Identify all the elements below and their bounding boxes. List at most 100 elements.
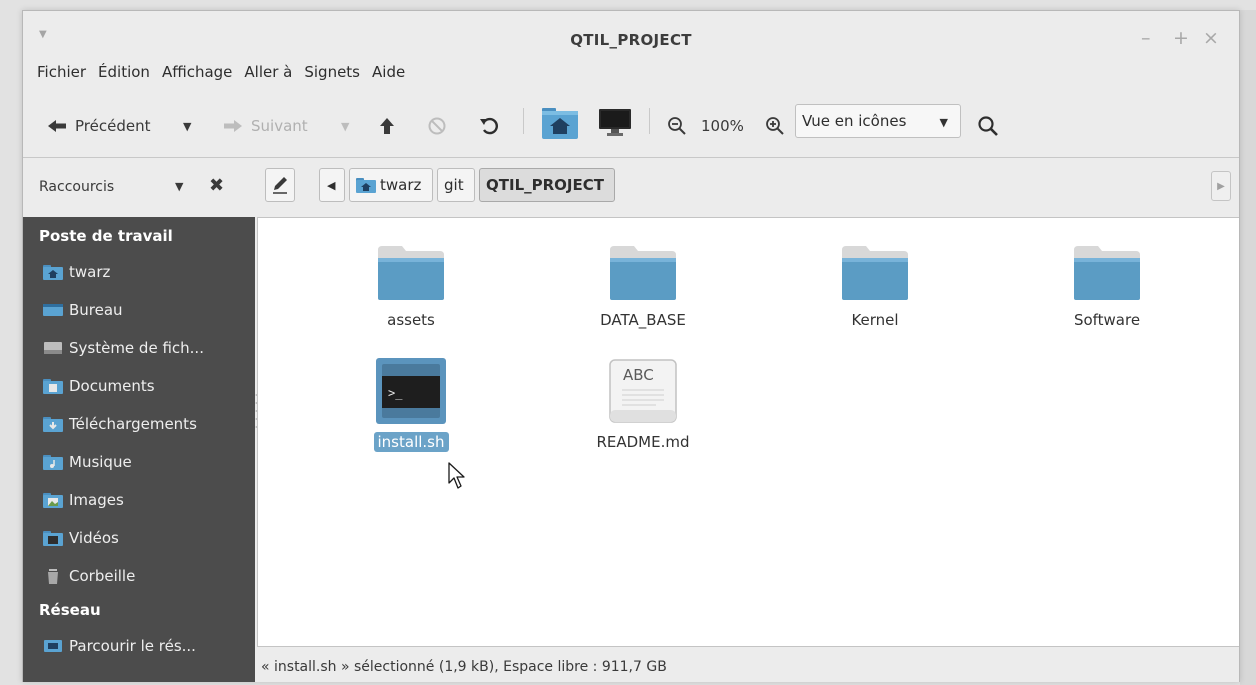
reload-button[interactable] [479,111,501,141]
computer-button[interactable] [597,107,633,137]
sidebar-item-videos[interactable]: Vidéos [43,529,119,547]
view-mode-value: Vue en icônes [802,112,907,130]
zoom-in-button[interactable] [765,111,785,141]
file-view[interactable]: assets DATA_BASE Kernel Software >_ inst… [257,217,1239,647]
back-label: Précédent [75,117,151,135]
chevron-right-icon: ▶ [1217,180,1225,192]
stop-button[interactable] [427,111,447,141]
file-name: Software [1073,311,1141,329]
forward-label: Suivant [251,117,308,135]
music-folder-icon [43,454,63,470]
chevron-down-icon: ▼ [175,179,184,193]
drive-icon [43,340,63,356]
folder-icon [378,246,444,300]
breadcrumb-label: git [444,176,464,194]
file-item-kernel[interactable]: Kernel [810,242,940,330]
close-sidebar-button[interactable]: ✖ [209,170,224,200]
location-toggle-button[interactable] [265,168,295,202]
pencil-icon [273,177,287,194]
chevron-down-icon: ▼ [939,116,948,129]
file-item-install-sh[interactable]: >_ install.sh [346,358,476,452]
menu-fichier[interactable]: Fichier [37,63,86,89]
file-name: Kernel [851,311,899,329]
forward-button[interactable]: Suivant [223,111,308,141]
close-button[interactable]: × [1203,28,1219,48]
file-item-assets[interactable]: assets [346,242,476,330]
sidebar-section-computer: Poste de travail [39,227,173,245]
breadcrumb-left-arrow[interactable]: ◀ [319,168,345,202]
sidebar-item-trash[interactable]: Corbeille [43,567,135,585]
chevron-left-icon: ◀ [327,178,336,192]
status-bar: « install.sh » sélectionné (1,9 kB), Esp… [261,659,667,675]
folder-icon [610,246,676,300]
sidebar-item-label: Système de fich... [69,339,204,357]
stop-icon [428,117,446,135]
sidebar-type-label[interactable]: Raccourcis [39,179,114,195]
menu-affichage[interactable]: Affichage [162,63,232,89]
title-bar[interactable]: ▼ QTIL_PROJECT – + × [23,11,1239,61]
file-name: install.sh [373,432,449,452]
sidebar-item-label: Images [69,491,124,509]
file-manager-window: ▼ QTIL_PROJECT – + × Fichier Édition Aff… [22,10,1240,682]
sidebar-type-dropdown[interactable]: ▼ [175,171,183,201]
breadcrumb-git[interactable]: git [437,168,475,202]
home-button[interactable] [541,107,579,139]
sidebar-item-browse-network[interactable]: Parcourir le rés... [43,637,196,655]
zoom-in-icon [766,117,784,135]
home-folder-icon [356,178,376,193]
sidebar-item-label: Parcourir le rés... [69,637,196,655]
zoom-out-button[interactable] [667,111,687,141]
menu-signets[interactable]: Signets [304,63,360,89]
sidebar-item-label: Téléchargements [69,415,197,433]
monitor-icon [599,109,631,136]
sidebar-item-bureau[interactable]: Bureau [43,301,123,319]
sidebar: Poste de travail twarz Bureau Système de… [23,217,255,682]
breadcrumb-label: twarz [380,176,422,194]
sidebar-item-label: twarz [69,263,111,281]
toolbar-separator [523,108,524,134]
menu-aller-a[interactable]: Aller à [244,63,292,89]
zoom-out-icon [668,117,686,135]
background-window-edge [1240,10,1256,685]
videos-folder-icon [43,530,63,546]
sidebar-item-downloads[interactable]: Téléchargements [43,415,197,433]
breadcrumb-right-arrow[interactable]: ▶ [1211,171,1231,201]
file-item-software[interactable]: Software [1042,242,1172,330]
home-folder-icon [542,108,578,139]
maximize-button[interactable]: + [1173,28,1189,48]
file-name: DATA_BASE [600,311,686,329]
reload-icon [480,117,498,135]
zoom-level: 100% [701,117,744,135]
documents-folder-icon [43,378,63,394]
back-button[interactable]: Précédent [47,111,150,141]
sidebar-item-documents[interactable]: Documents [43,377,155,395]
file-name: assets [387,311,435,329]
file-name: README.md [596,433,690,451]
sidebar-item-twarz[interactable]: twarz [43,263,110,281]
sidebar-section-network: Réseau [39,601,101,619]
sidebar-item-label: Corbeille [69,567,136,585]
sidebar-item-images[interactable]: Images [43,491,124,509]
breadcrumb-qtil-project[interactable]: QTIL_PROJECT [479,168,615,202]
back-history-dropdown[interactable]: ▼ [183,111,191,141]
view-mode-select[interactable]: Vue en icônes ▼ [795,104,961,138]
mouse-cursor-icon [448,462,465,489]
sidebar-item-music[interactable]: Musique [43,453,132,471]
sidebar-item-filesystem[interactable]: Système de fich... [43,339,204,357]
menu-bar: Fichier Édition Affichage Aller à Signet… [37,63,405,89]
sidebar-item-label: Documents [69,377,155,395]
forward-history-dropdown[interactable]: ▼ [341,111,349,141]
desktop-icon [43,302,63,318]
forward-arrow-icon [224,120,242,132]
terminal-script-icon: >_ [376,358,446,424]
file-item-data-base[interactable]: DATA_BASE [578,242,708,330]
minimize-button[interactable]: – [1141,28,1151,48]
search-button[interactable] [977,111,999,141]
breadcrumb-twarz[interactable]: twarz [349,168,433,202]
sidebar-item-label: Musique [69,453,132,471]
svg-text:>_: >_ [388,386,403,400]
menu-aide[interactable]: Aide [372,63,405,89]
parent-folder-button[interactable] [379,111,395,141]
menu-edition[interactable]: Édition [98,63,150,89]
chevron-down-icon: ▼ [183,119,192,133]
